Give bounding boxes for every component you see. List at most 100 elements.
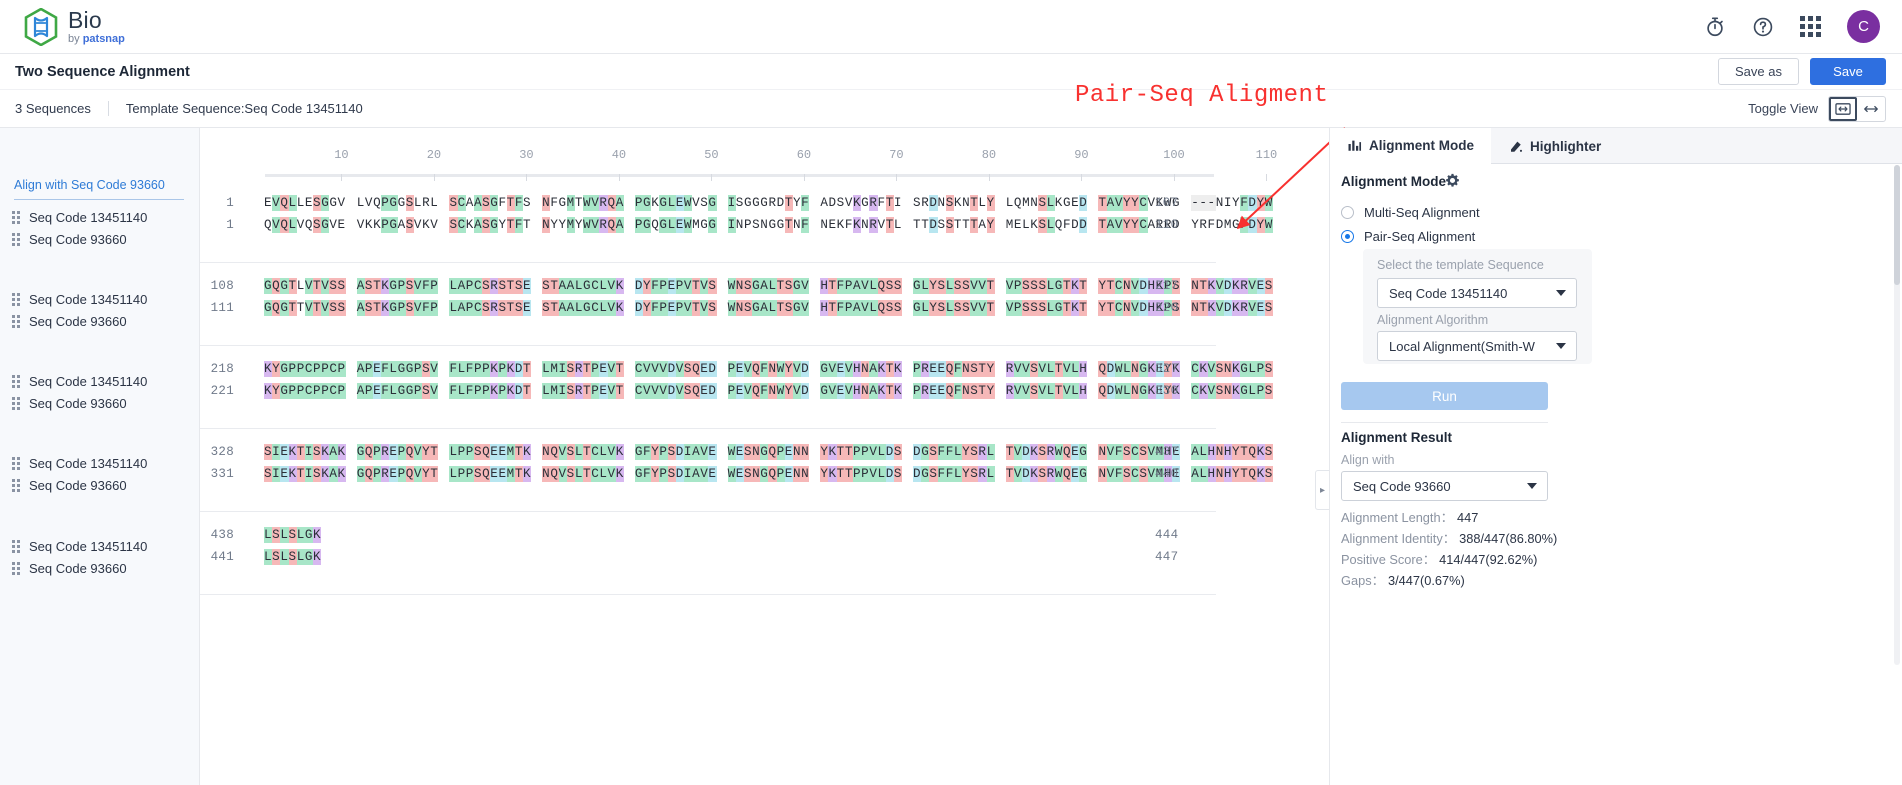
residue: S	[1264, 361, 1273, 377]
residue: Y	[1122, 195, 1132, 211]
toggle-single-view-button[interactable]	[1857, 97, 1885, 121]
residue: P	[465, 444, 474, 460]
residue: G	[264, 278, 273, 294]
sidebar-sequence-item[interactable]: Seq Code 93660	[12, 314, 127, 329]
radio-pair-seq-alignment[interactable]: Pair-Seq Alignment	[1341, 229, 1475, 244]
residue: K	[1199, 383, 1208, 399]
sidebar-sequence-item[interactable]: Seq Code 93660	[12, 232, 127, 247]
residue: D	[929, 217, 938, 233]
drag-handle-icon[interactable]	[12, 397, 20, 410]
panel-collapse-handle[interactable]: ▸	[1315, 470, 1329, 510]
residue-group: GQPREPQVYT	[356, 444, 439, 460]
avatar[interactable]: C	[1847, 10, 1880, 43]
residue: V	[844, 361, 853, 377]
sidebar-sequence-item[interactable]: Seq Code 13451140	[12, 374, 147, 389]
residue: N	[1098, 466, 1107, 482]
align-with-select[interactable]: Seq Code 93660	[1341, 471, 1548, 501]
radio-button[interactable]	[1341, 230, 1354, 243]
residue: D	[1139, 278, 1148, 294]
residue: S	[893, 278, 903, 294]
sidebar-sequence-item[interactable]: Seq Code 13451140	[12, 539, 147, 554]
residue: G	[659, 217, 668, 233]
drag-handle-icon[interactable]	[12, 562, 20, 575]
residue-group: SIEKTISKAK	[264, 466, 346, 482]
toggle-paired-view-button[interactable]	[1829, 96, 1857, 121]
residue: V	[329, 218, 338, 232]
sidebar-sequence-item[interactable]: Seq Code 13451140	[12, 292, 147, 307]
residue: V	[801, 278, 810, 294]
drag-handle-icon[interactable]	[12, 479, 20, 492]
residue: W	[727, 278, 736, 294]
residue: S	[405, 300, 414, 316]
residue-group: SCKASGYTFT	[449, 217, 531, 233]
sidebar-sequence-item[interactable]: Seq Code 13451140	[12, 210, 147, 225]
question-circle-icon[interactable]	[1752, 16, 1774, 38]
residue-group: PGQGLEWMGG	[634, 217, 717, 233]
sidebar-sequence-item[interactable]: Seq Code 13451140	[12, 456, 147, 471]
residue: V	[337, 196, 346, 210]
residue: T	[313, 300, 322, 316]
residue: K	[1207, 300, 1216, 316]
residue: S	[405, 278, 414, 294]
residue: D	[776, 196, 785, 210]
drag-handle-icon[interactable]	[12, 293, 20, 306]
residue-group: SRDNSKNTLY	[913, 195, 995, 211]
residue: Y	[1098, 278, 1107, 294]
residue: S	[945, 195, 954, 211]
residue: R	[599, 217, 608, 233]
residue: W	[1114, 383, 1123, 399]
tab-highlighter[interactable]: Highlighter	[1491, 128, 1618, 164]
residue: L	[449, 300, 458, 316]
residue-group: TVDKSRWQEG	[1005, 444, 1088, 460]
ruler-tick	[526, 174, 528, 181]
align-with-select-value: Seq Code 93660	[1353, 478, 1451, 494]
residue: L	[449, 444, 458, 460]
residue: P	[659, 466, 668, 482]
residue: E	[784, 466, 793, 482]
drag-handle-icon[interactable]	[12, 540, 20, 553]
drag-handle-icon[interactable]	[12, 315, 20, 328]
drag-handle-icon[interactable]	[12, 375, 20, 388]
sidebar-sequence-item[interactable]: Seq Code 93660	[12, 478, 127, 493]
drag-handle-icon[interactable]	[12, 233, 20, 246]
residue: L	[430, 196, 439, 210]
residue: T	[885, 217, 894, 233]
stopwatch-icon[interactable]	[1704, 16, 1726, 38]
residue: F	[945, 466, 954, 482]
alignment-start-position: 328	[210, 445, 234, 459]
drag-handle-icon[interactable]	[12, 211, 20, 224]
residue: T	[550, 278, 559, 294]
residue: L	[296, 549, 305, 565]
residue: G	[1054, 278, 1063, 294]
save-as-button[interactable]: Save as	[1718, 58, 1799, 85]
page-scrollbar-thumb[interactable]	[1894, 165, 1900, 285]
save-button[interactable]: Save	[1810, 58, 1886, 85]
residue: E	[337, 218, 346, 232]
residue: T	[506, 300, 515, 316]
result-stat-value: 414/447(92.62%)	[1439, 552, 1538, 567]
residue: M	[566, 195, 575, 211]
brand-logo-group[interactable]: Bio by patsnap	[24, 7, 125, 46]
template-sequence-select[interactable]: Seq Code 13451140	[1377, 278, 1577, 308]
radio-button[interactable]	[1341, 206, 1354, 219]
run-button[interactable]: Run	[1341, 382, 1548, 410]
residue: K	[1054, 196, 1063, 210]
residue: C	[473, 300, 483, 316]
gear-icon[interactable]	[1445, 173, 1460, 188]
page-scrollbar[interactable]	[1894, 165, 1900, 665]
radio-multi-seq-alignment[interactable]: Multi-Seq Alignment	[1341, 205, 1480, 220]
tab-alignment-mode[interactable]: Alignment Mode	[1330, 128, 1491, 164]
grid-apps-icon[interactable]	[1800, 16, 1821, 37]
sidebar-sequence-item[interactable]: Seq Code 93660	[12, 561, 127, 576]
sidebar-sequence-label: Seq Code 13451140	[29, 374, 148, 389]
residue: V	[296, 218, 305, 232]
residue: F	[449, 361, 458, 377]
alignment-algorithm-select[interactable]: Local Alignment(Smith-W	[1377, 331, 1577, 361]
toggle-view-group[interactable]	[1828, 95, 1886, 122]
residue: P	[364, 383, 374, 399]
residue: P	[413, 361, 423, 377]
drag-handle-icon[interactable]	[12, 457, 20, 470]
align-with-link[interactable]: Align with Seq Code 93660	[14, 178, 184, 200]
sidebar-sequence-item[interactable]: Seq Code 93660	[12, 396, 127, 411]
residue: R	[768, 196, 777, 210]
